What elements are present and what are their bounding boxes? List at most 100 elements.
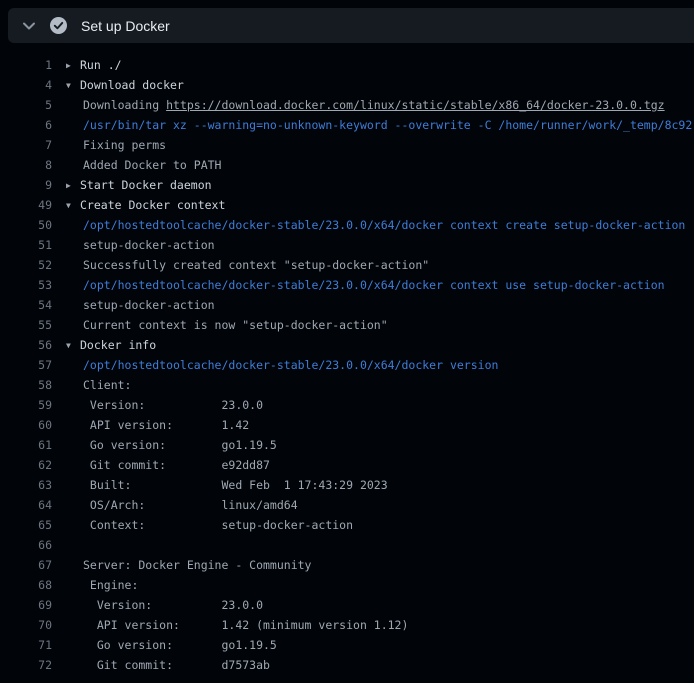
log-url-link[interactable]: https://download.docker.com/linux/static… (166, 98, 665, 112)
log-line: 69 Version: 23.0.0 (0, 595, 694, 615)
log-line-number[interactable]: 66 (0, 535, 52, 555)
log-text-line: Git commit: d7573ab (66, 655, 694, 675)
log-text-line: Built: Wed Feb 1 17:43:29 2023 (66, 475, 694, 495)
log-line-number[interactable]: 65 (0, 515, 52, 535)
log-line: 54 setup-docker-action (0, 295, 694, 315)
log-group-header[interactable]: ▶Run ./ (66, 55, 694, 75)
log-line-number[interactable]: 53 (0, 275, 52, 295)
log-line-number[interactable]: 4 (0, 75, 52, 95)
log-line-number[interactable]: 54 (0, 295, 52, 315)
log-line: 1 ▶Run ./ (0, 55, 694, 75)
log-line: 55 Current context is now "setup-docker-a… (0, 315, 694, 335)
log-line: 70 API version: 1.42 (minimum version 1.… (0, 615, 694, 635)
log-line-number[interactable]: 60 (0, 415, 52, 435)
log-line: 68 Engine: (0, 575, 694, 595)
log-line: 4 ▼Download docker (0, 75, 694, 95)
log-line-number[interactable]: 71 (0, 635, 52, 655)
log-output: 1▶Run ./4▼Download docker5Downloading ht… (0, 43, 694, 675)
log-line: 57/opt/hostedtoolcache/docker-stable/23.… (0, 355, 694, 375)
log-line: 72 Git commit: d7573ab (0, 655, 694, 675)
log-line: 64 OS/Arch: linux/amd64 (0, 495, 694, 515)
log-group-header[interactable]: ▼Download docker (66, 75, 694, 95)
caret-expanded-icon[interactable]: ▼ (66, 336, 80, 355)
log-text-line: Go version: go1.19.5 (66, 435, 694, 455)
log-line-number[interactable]: 64 (0, 495, 52, 515)
log-line-number[interactable]: 8 (0, 155, 52, 175)
log-line-number[interactable]: 7 (0, 135, 52, 155)
log-line-number[interactable]: 55 (0, 315, 52, 335)
log-line: 71 Go version: go1.19.5 (0, 635, 694, 655)
log-text-line: API version: 1.42 (66, 415, 694, 435)
caret-expanded-icon[interactable]: ▼ (66, 196, 80, 215)
log-command-line: /opt/hostedtoolcache/docker-stable/23.0.… (66, 215, 694, 235)
log-line-number[interactable]: 51 (0, 235, 52, 255)
log-line: 59 Version: 23.0.0 (0, 395, 694, 415)
log-line-number[interactable]: 68 (0, 575, 52, 595)
log-group-header[interactable]: ▼Docker info (66, 335, 694, 355)
log-line: 67 Server: Docker Engine - Community (0, 555, 694, 575)
log-text-line: Client: (66, 375, 694, 395)
log-line: 58 Client: (0, 375, 694, 395)
log-line-number[interactable]: 63 (0, 475, 52, 495)
check-circle-icon (50, 17, 67, 34)
log-text-line: OS/Arch: linux/amd64 (66, 495, 694, 515)
log-text-line: Successfully created context "setup-dock… (66, 255, 694, 275)
log-text-line: Added Docker to PATH (66, 155, 694, 175)
log-line: 53/opt/hostedtoolcache/docker-stable/23.… (0, 275, 694, 295)
caret-collapsed-icon[interactable]: ▶ (66, 176, 80, 195)
log-line: 62 Git commit: e92dd87 (0, 455, 694, 475)
log-line-number[interactable]: 61 (0, 435, 52, 455)
log-group-header[interactable]: ▼Create Docker context (66, 195, 694, 215)
log-text: Downloading (83, 98, 166, 112)
log-text-line: Context: setup-docker-action (66, 515, 694, 535)
log-line-number[interactable]: 62 (0, 455, 52, 475)
log-line-number[interactable]: 67 (0, 555, 52, 575)
log-line-number[interactable]: 58 (0, 375, 52, 395)
log-group-title[interactable]: Download docker (80, 78, 184, 92)
log-line: 60 API version: 1.42 (0, 415, 694, 435)
log-line-number[interactable]: 50 (0, 215, 52, 235)
log-group-title[interactable]: Create Docker context (80, 198, 225, 212)
log-line-number[interactable]: 72 (0, 655, 52, 675)
log-line: 51 setup-docker-action (0, 235, 694, 255)
log-group-header[interactable]: ▶Start Docker daemon (66, 175, 694, 195)
log-text-line: setup-docker-action (66, 295, 694, 315)
log-line-number[interactable]: 5 (0, 95, 52, 115)
log-text-line: Version: 23.0.0 (66, 395, 694, 415)
log-line-number[interactable]: 52 (0, 255, 52, 275)
log-text-line: setup-docker-action (66, 235, 694, 255)
log-text-line: Go version: go1.19.5 (66, 635, 694, 655)
log-line: 49 ▼Create Docker context (0, 195, 694, 215)
log-line-number[interactable]: 57 (0, 355, 52, 375)
log-text-line: Version: 23.0.0 (66, 595, 694, 615)
step-header[interactable]: Set up Docker (8, 8, 694, 43)
log-text-line: API version: 1.42 (minimum version 1.12) (66, 615, 694, 635)
log-text-line (66, 535, 694, 555)
log-line-number[interactable]: 1 (0, 55, 52, 75)
log-command-line: /opt/hostedtoolcache/docker-stable/23.0.… (66, 275, 694, 295)
log-line: 61 Go version: go1.19.5 (0, 435, 694, 455)
log-line-number[interactable]: 69 (0, 595, 52, 615)
log-text-line: Current context is now "setup-docker-act… (66, 315, 694, 335)
log-line: 56 ▼Docker info (0, 335, 694, 355)
log-line: 5 Downloading https://download.docker.com… (0, 95, 694, 115)
log-line-number[interactable]: 9 (0, 175, 52, 195)
log-command-line: /opt/hostedtoolcache/docker-stable/23.0.… (66, 355, 694, 375)
log-command-line: /usr/bin/tar xz --warning=no-unknown-key… (66, 115, 694, 135)
log-group-title[interactable]: Run ./ (80, 58, 122, 72)
log-line: 52 Successfully created context "setup-do… (0, 255, 694, 275)
log-group-title[interactable]: Start Docker daemon (80, 178, 212, 192)
log-line-number[interactable]: 49 (0, 195, 52, 215)
log-line-number[interactable]: 70 (0, 615, 52, 635)
caret-collapsed-icon[interactable]: ▶ (66, 56, 80, 75)
log-line-number[interactable]: 56 (0, 335, 52, 355)
log-text-line: Fixing perms (66, 135, 694, 155)
log-text-line: Server: Docker Engine - Community (66, 555, 694, 575)
chevron-down-icon[interactable] (22, 21, 36, 31)
caret-expanded-icon[interactable]: ▼ (66, 76, 80, 95)
log-line: 63 Built: Wed Feb 1 17:43:29 2023 (0, 475, 694, 495)
log-line-number[interactable]: 59 (0, 395, 52, 415)
log-line-number[interactable]: 6 (0, 115, 52, 135)
log-text-line: Downloading https://download.docker.com/… (66, 95, 694, 115)
log-group-title[interactable]: Docker info (80, 338, 156, 352)
